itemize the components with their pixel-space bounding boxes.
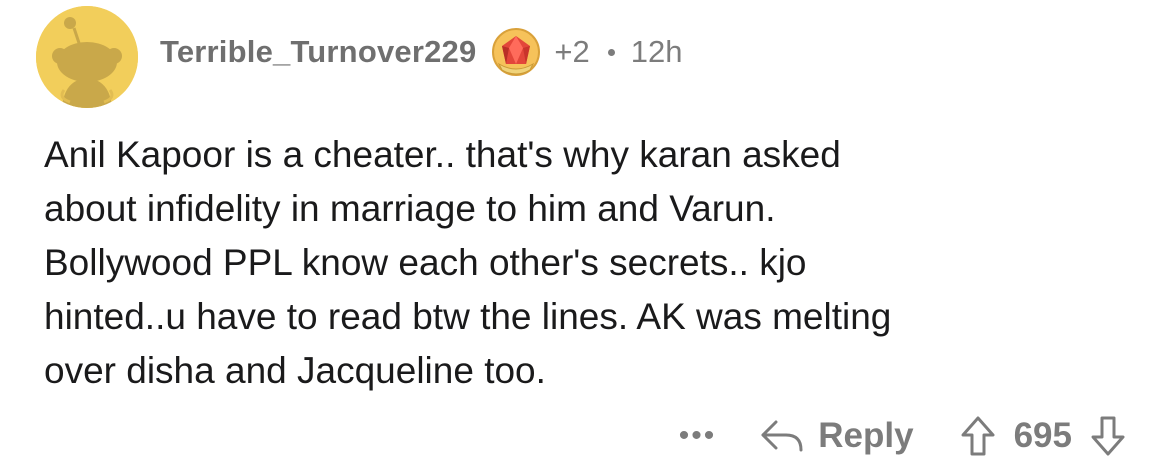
comment-header: Terrible_Turnover229 +2 12h [160, 25, 683, 79]
upvote-icon[interactable] [960, 415, 996, 457]
comment-body-line: Bollywood PPL know each other's secrets.… [44, 242, 807, 283]
avatar[interactable] [36, 6, 138, 108]
ruby-award-icon[interactable] [490, 26, 542, 78]
comment-body-line: about infidelity in marriage to him and … [44, 188, 776, 229]
reply-label: Reply [818, 416, 914, 455]
comment-actions: ••• Reply 695 [679, 408, 1126, 464]
separator-dot [607, 48, 615, 56]
vote-score: 695 [1013, 416, 1072, 455]
username-link[interactable]: Terrible_Turnover229 [160, 34, 476, 70]
timestamp: 12h [630, 34, 683, 69]
reply-button[interactable]: Reply [760, 416, 914, 456]
comment-body-line: over disha and Jacqueline too. [44, 350, 546, 391]
reply-arrow-icon [761, 420, 803, 452]
downvote-icon[interactable] [1090, 415, 1126, 457]
award-count: +2 [554, 34, 590, 69]
comment-body-line: hinted..u have to read btw the lines. AK… [44, 296, 892, 337]
comment-body: Anil Kapoor is a cheater.. that's why ka… [44, 128, 1134, 398]
more-options-button[interactable]: ••• [679, 419, 717, 453]
snoo-avatar-icon [36, 6, 138, 108]
comment-body-line: Anil Kapoor is a cheater.. that's why ka… [44, 134, 841, 175]
